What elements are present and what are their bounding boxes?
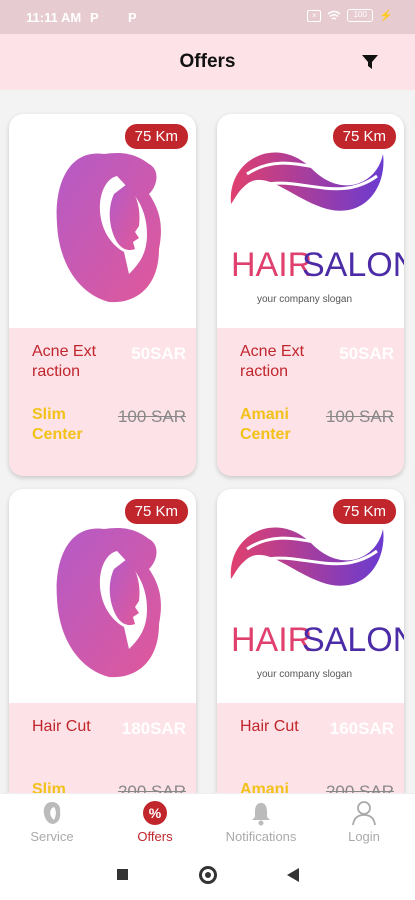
status-time: 11:11 AM	[26, 10, 82, 25]
offer-name: Acne Ext raction	[240, 343, 305, 380]
battery-icon: 100	[347, 9, 374, 22]
notification-p-icon: P	[90, 10, 99, 25]
offer-price: 50SAR	[339, 344, 394, 363]
nav-offers[interactable]: % Offers	[130, 800, 180, 844]
logo-salon-text: SALON	[302, 246, 404, 284]
svg-text:%: %	[149, 805, 162, 821]
recents-button[interactable]	[117, 869, 128, 880]
app-header: Offers	[0, 34, 415, 90]
status-bar: 11:11 AM P P × 100 ⚡	[0, 0, 415, 34]
page-title: Offers	[179, 51, 236, 72]
system-navigation-bar	[0, 850, 415, 900]
offer-price: 180SAR	[121, 719, 186, 738]
nav-offers-label: Offers	[137, 829, 173, 844]
logo-salon-text: SALON	[302, 621, 404, 659]
distance-badge: 75 Km	[332, 124, 396, 149]
charging-icon: ⚡	[379, 10, 393, 22]
filter-icon[interactable]	[361, 53, 379, 71]
center-name: Amani Center	[240, 406, 291, 443]
logo-hair-text: HAIR	[231, 621, 312, 659]
user-icon	[352, 801, 376, 826]
notification-p-icon: P	[128, 10, 137, 25]
offer-price: 160SAR	[329, 719, 394, 738]
logo-slogan-text: your company slogan	[257, 669, 352, 680]
old-price: 100 SAR	[325, 407, 394, 426]
home-button[interactable]	[199, 866, 217, 884]
old-price: 100 SAR	[117, 407, 186, 426]
offer-card[interactable]: HAIR SALON your company slogan 75 Km Acn…	[217, 114, 404, 476]
percent-icon: %	[143, 801, 167, 825]
nav-login-label: Login	[348, 829, 380, 844]
wifi-icon	[327, 10, 341, 20]
center-name: Slim Center	[32, 406, 83, 443]
sim-icon: ×	[307, 9, 322, 22]
nav-service[interactable]: Service	[24, 800, 80, 844]
offer-card[interactable]: 75 Km Acne Ext raction 50SAR Slim Center…	[9, 114, 196, 476]
back-button[interactable]	[287, 868, 299, 882]
logo-slogan-text: your company slogan	[257, 294, 352, 305]
offer-price: 50SAR	[131, 344, 186, 363]
offer-name: Hair Cut	[32, 718, 91, 735]
distance-badge: 75 Km	[124, 499, 188, 524]
nav-login[interactable]: Login	[343, 800, 385, 844]
offer-name: Acne Ext raction	[32, 343, 97, 380]
service-icon	[43, 802, 61, 824]
distance-badge: 75 Km	[332, 499, 396, 524]
bottom-nav: Service % Offers Notifications Login	[0, 793, 415, 850]
bell-icon	[252, 803, 270, 826]
nav-notifications[interactable]: Notifications	[218, 800, 304, 844]
distance-badge: 75 Km	[124, 124, 188, 149]
logo-hair-text: HAIR	[231, 246, 312, 284]
nav-service-label: Service	[30, 829, 74, 844]
nav-notifications-label: Notifications	[225, 829, 297, 844]
offer-name: Hair Cut	[240, 718, 299, 735]
